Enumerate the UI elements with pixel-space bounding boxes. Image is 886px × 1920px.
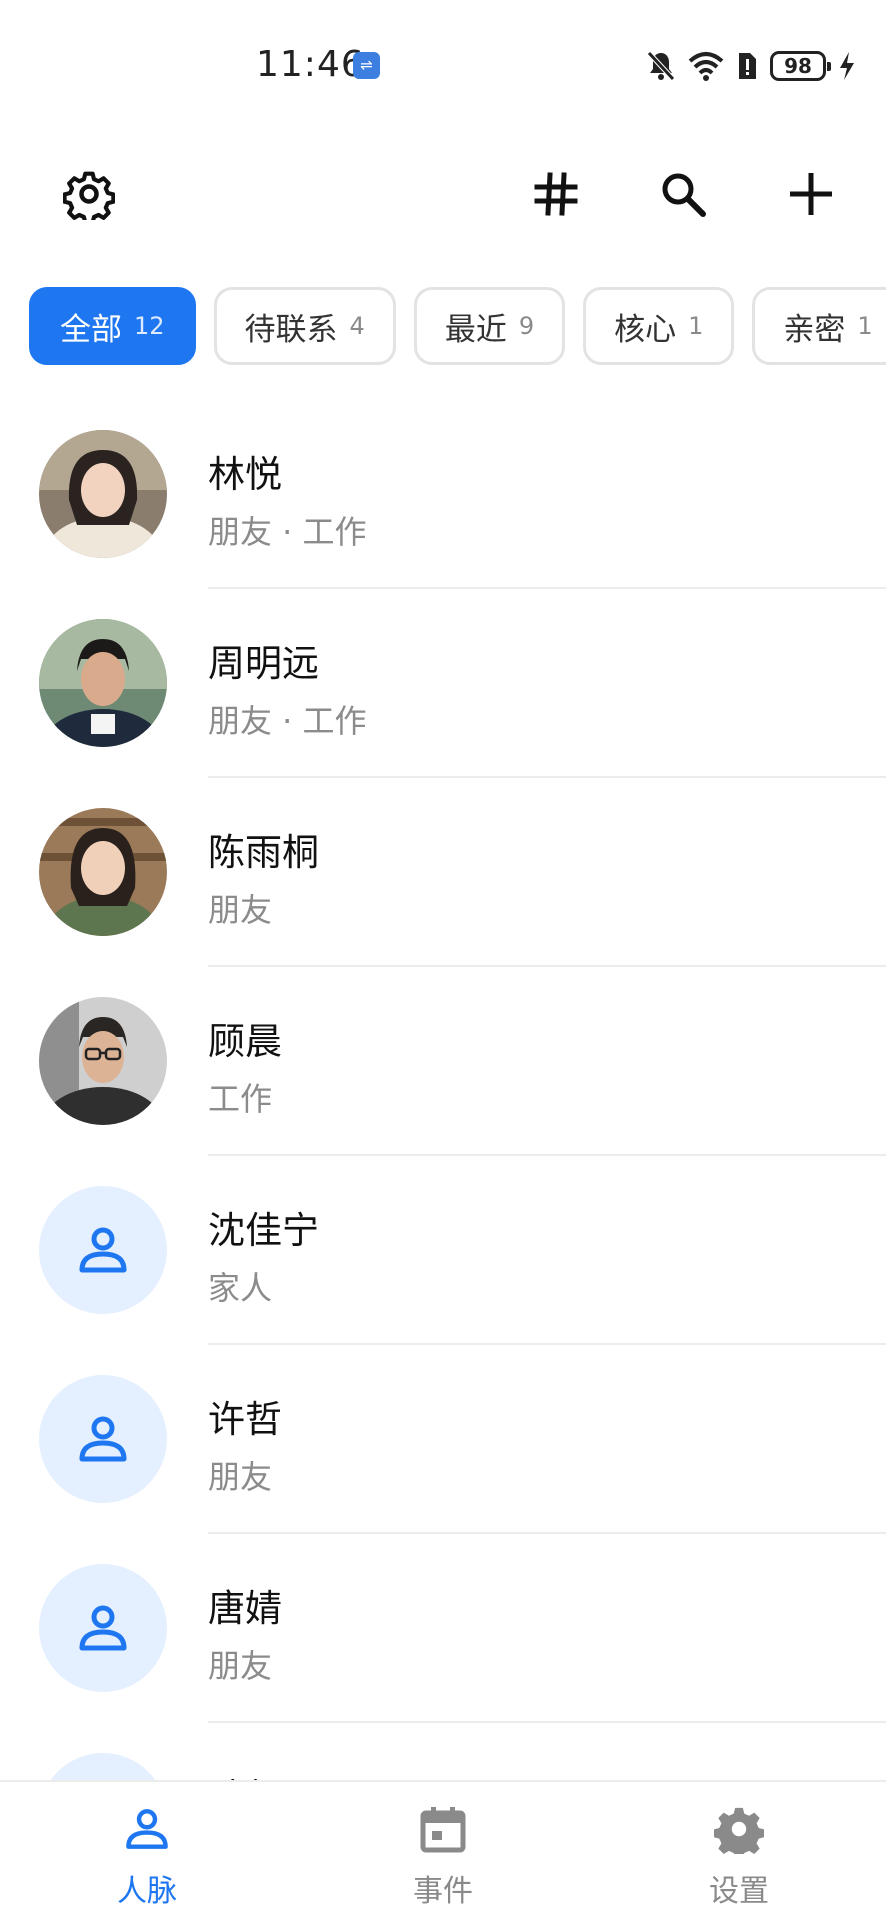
contact-name: 沈佳宁 [208,1209,319,1252]
plus-icon [787,170,835,222]
photo-avatar-icon [39,619,167,747]
contact-list: 林悦 朋友 · 工作 周明远 朋友 · 工作 陈雨桐 朋友 顾晨 工作 沈佳宁 … [0,400,886,1780]
contact-row[interactable]: 陆凯 [0,1723,886,1780]
mute-bell-icon [646,50,676,82]
contact-name: 陆凯 [208,1767,282,1780]
filter-chips: 全部 12 待联系 4 最近 9 核心 1 亲密 1 [29,287,886,367]
photo-avatar-icon [39,808,167,936]
battery-icon: 98 [770,51,831,81]
calendar-icon [418,1804,468,1854]
contact-name: 顾晨 [208,1020,282,1063]
person-icon [122,1804,172,1854]
wifi-icon [688,51,724,81]
chip-count: 1 [857,312,873,340]
nav-events[interactable]: 事件 [343,1782,543,1920]
contact-name: 唐婧 [208,1587,282,1630]
contact-row[interactable]: 林悦 朋友 · 工作 [0,400,886,589]
chip-count: 12 [134,312,165,340]
contact-name: 林悦 [208,453,282,496]
avatar [39,1753,167,1780]
chip-count: 4 [349,312,365,340]
avatar [39,430,167,558]
contact-row[interactable]: 顾晨 工作 [0,967,886,1156]
charging-bolt-icon [838,51,856,81]
chip-intimate[interactable]: 亲密 1 [752,287,886,365]
person-placeholder-icon [79,1416,127,1462]
nav-settings[interactable]: 设置 [639,1782,839,1920]
photo-avatar-icon [39,997,167,1125]
contact-tags: 朋友 [208,1458,273,1496]
photo-avatar-icon [39,430,167,558]
chip-to-contact[interactable]: 待联系 4 [213,287,396,365]
sim-alert-icon [736,51,758,81]
avatar [39,619,167,747]
contact-name: 许哲 [208,1398,282,1441]
nav-label: 设置 [709,1874,769,1909]
contact-row[interactable]: 陈雨桐 朋友 [0,778,886,967]
gear-icon [62,168,116,225]
chip-recent[interactable]: 最近 9 [413,287,566,365]
avatar [39,997,167,1125]
search-icon [659,170,707,222]
tags-button[interactable] [525,165,587,227]
contact-name: 陈雨桐 [208,831,319,874]
chip-label: 核心 [614,311,677,348]
contact-tags: 家人 [208,1269,273,1307]
toolbar [0,150,886,240]
chip-count: 1 [688,312,704,340]
person-placeholder-icon [79,1605,127,1651]
nav-label: 人脉 [117,1874,177,1909]
contact-tags: 工作 [208,1080,273,1118]
contact-tags: 朋友 [208,891,273,929]
avatar [39,808,167,936]
contact-row[interactable]: 沈佳宁 家人 [0,1156,886,1345]
contact-tags: 朋友 · 工作 [208,702,367,740]
chip-label: 全部 [60,311,122,348]
contact-name: 周明远 [208,642,319,685]
hashtag-icon [533,171,579,221]
contact-tags: 朋友 [208,1647,273,1685]
nav-label: 事件 [413,1874,473,1909]
search-button[interactable] [652,165,714,227]
chip-label: 亲密 [783,311,846,348]
add-contact-button[interactable] [780,165,842,227]
contact-tags: 朋友 · 工作 [208,513,367,551]
status-time: 11:46 [256,44,365,85]
usb-icon: ⇌ [353,52,380,79]
avatar [39,1186,167,1314]
contact-row[interactable]: 许哲 朋友 [0,1345,886,1534]
status-icons: 98 [646,48,856,84]
settings-button[interactable] [58,165,120,227]
chip-label: 最近 [444,311,507,348]
chip-count: 9 [518,312,535,340]
contact-row[interactable]: 唐婧 朋友 [0,1534,886,1723]
person-placeholder-icon [79,1227,127,1273]
chip-all[interactable]: 全部 12 [29,287,196,365]
avatar [39,1375,167,1503]
chip-label: 待联系 [244,311,338,348]
chip-core[interactable]: 核心 1 [583,287,735,365]
nav-contacts[interactable]: 人脉 [47,1782,247,1920]
contact-row[interactable]: 周明远 朋友 · 工作 [0,589,886,778]
avatar [39,1564,167,1692]
bottom-nav: 人脉 事件 设置 [0,1780,886,1920]
status-bar: 11:46 ⇌ 98 [0,0,886,130]
gear-icon [714,1804,764,1854]
